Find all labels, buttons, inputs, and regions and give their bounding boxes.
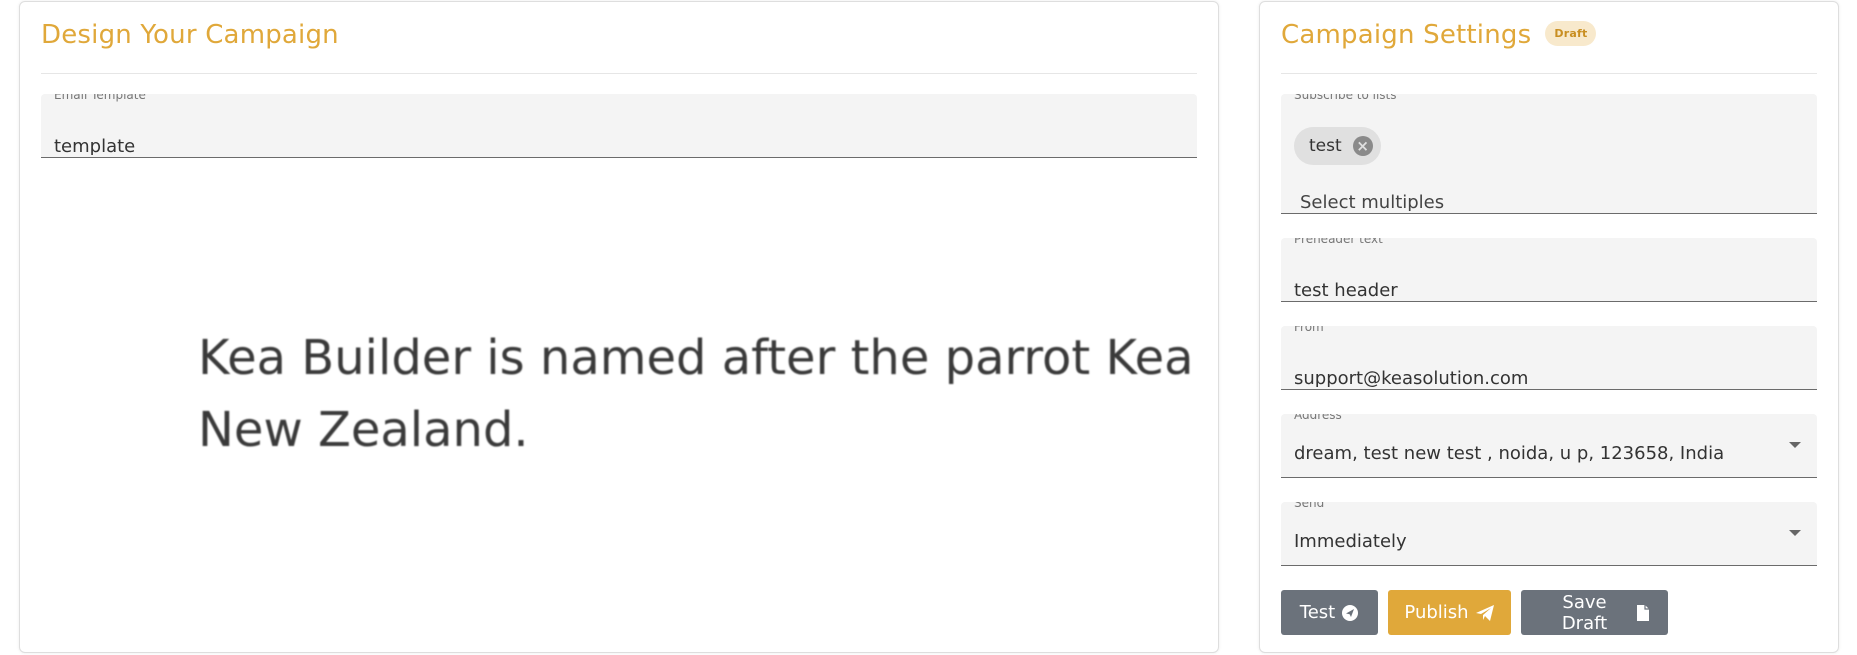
address-select[interactable]: Address dream, test new test , noida, u … [1281,414,1817,478]
title-divider [41,73,1197,74]
test-button-label: Test [1299,602,1336,623]
send-select[interactable]: Send Immediately [1281,502,1817,566]
subscribe-lists-label: Subscribe to lists [1294,94,1397,102]
subscribe-lists-field[interactable]: Subscribe to lists test × Select multipl… [1281,94,1817,214]
send-value[interactable]: Immediately [1294,531,1407,552]
email-template-field[interactable]: Email Template template [41,94,1197,158]
paper-plane-icon [1475,604,1495,622]
file-icon [1636,604,1650,622]
save-draft-button[interactable]: Save Draft [1521,590,1668,635]
campaign-settings-title: Campaign Settings Draft [1281,20,1597,50]
send-label: Send [1294,502,1325,510]
list-chip-label: test [1309,136,1342,156]
save-draft-button-label: Save Draft [1561,591,1608,634]
from-value[interactable]: support@keasolution.com [1294,366,1528,387]
preview-text: Kea Builder is named after the parrot Ke… [198,322,1197,466]
design-campaign-panel: Design Your Campaign Email Template temp… [19,1,1219,653]
close-circle-icon[interactable]: × [1352,136,1373,156]
preview-line-2: New Zealand. [198,402,529,458]
from-label: From [1294,326,1324,334]
address-label: Address [1294,414,1342,422]
address-value[interactable]: dream, test new test , noida, u p, 12365… [1294,443,1724,464]
email-template-value[interactable]: template [54,134,135,155]
preheader-label: Preheader text [1294,238,1383,246]
campaign-settings-title-text: Campaign Settings [1281,20,1532,50]
lists-placeholder[interactable]: Select multiples [1300,190,1444,211]
chevron-down-icon[interactable] [1789,530,1801,536]
email-template-label: Email Template [54,94,146,102]
preheader-value[interactable]: test header [1294,278,1398,299]
preheader-field[interactable]: Preheader text test header [1281,238,1817,302]
preview-line-1: Kea Builder is named after the parrot Ke… [198,330,1197,386]
template-preview: Kea Builder is named after the parrot Ke… [41,172,1197,642]
campaign-settings-panel: Campaign Settings Draft Subscribe to list… [1259,1,1839,653]
from-field[interactable]: From support@keasolution.com [1281,326,1817,390]
design-campaign-title: Design Your Campaign [41,20,339,50]
publish-button-label: Publish [1404,602,1469,623]
test-button[interactable]: Test [1281,590,1378,635]
chevron-down-icon[interactable] [1789,442,1801,448]
status-badge: Draft [1545,21,1597,46]
list-chip: test × [1294,127,1381,165]
title-divider [1281,73,1817,74]
publish-button[interactable]: Publish [1388,590,1511,635]
send-circle-icon [1341,604,1359,622]
